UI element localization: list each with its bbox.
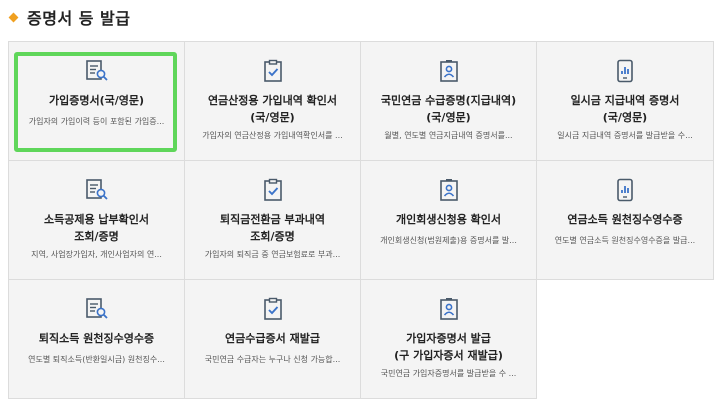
document-search-icon bbox=[9, 297, 184, 321]
id-badge-icon bbox=[361, 178, 536, 202]
card-title: 개인회생신청용 확인서 bbox=[365, 211, 532, 228]
card-title-line: 연금수급증서 재발급 bbox=[225, 332, 320, 345]
clipboard-check-icon bbox=[185, 178, 360, 202]
card-title-line: 가입증명서(국/영문) bbox=[48, 94, 145, 107]
id-badge-icon bbox=[361, 297, 536, 321]
card-title: 연금수급증서 재발급 bbox=[189, 330, 356, 347]
empty-cell bbox=[537, 280, 714, 399]
mobile-chart-icon bbox=[537, 59, 713, 83]
card-title-line: 퇴직금전환금 부과내역 bbox=[219, 213, 326, 226]
document-search-icon bbox=[9, 59, 184, 83]
certificate-card[interactable]: 국민연금 수급증명(지급내역) (국/영문) 월별, 연도별 연금지급내역 증명서를… bbox=[361, 42, 537, 161]
card-title-line: (국/영문) bbox=[250, 111, 295, 124]
clipboard-check-icon bbox=[185, 59, 360, 83]
card-title-line: 소득공제용 납부확인서 bbox=[43, 213, 150, 226]
card-title-line: 가입자증명서 발급 bbox=[406, 332, 491, 345]
card-title-line: (구 가입자증서 재발급) bbox=[394, 349, 503, 362]
certificate-card[interactable]: 가입자증명서 발급 (구 가입자증서 재발급) 국민연금 가입자증명서를 발급받을 … bbox=[361, 280, 537, 399]
card-title-line: (국/영문) bbox=[602, 111, 648, 124]
card-title-line: (국/영문) bbox=[426, 111, 471, 124]
card-description: 개인회생신청(법원제출)용 증명서를 발... bbox=[380, 236, 517, 245]
card-description: 일시금 지급내역 증명서를 발급받을 수... bbox=[557, 131, 693, 140]
certificate-card[interactable]: 연금산정용 가입내역 확인서 (국/영문) 가입자의 연금산정용 가입내역확인서를 … bbox=[185, 42, 361, 161]
document-search-icon bbox=[9, 178, 184, 202]
card-title-line: 퇴직소득 원천징수영수증 bbox=[38, 332, 155, 345]
card-description: 월별, 연도별 연금지급내역 증명서를... bbox=[384, 131, 513, 140]
card-title: 가입증명서(국/영문) bbox=[13, 92, 180, 109]
certificate-card[interactable]: 연금수급증서 재발급국민연금 수급자는 누구나 신청 가능합... bbox=[185, 280, 361, 399]
card-description: 연도별 퇴직소득(반환일시금) 원천징수... bbox=[28, 355, 165, 364]
card-title: 소득공제용 납부확인서조회/증명 bbox=[13, 211, 180, 245]
certificate-card[interactable]: 퇴직소득 원천징수영수증연도별 퇴직소득(반환일시금) 원천징수... bbox=[9, 280, 185, 399]
page-header: 증명서 등 발급 bbox=[8, 4, 130, 30]
card-description: 국민연금 가입자증명서를 발급받을 수 ... bbox=[380, 369, 517, 378]
certificate-card[interactable]: 일시금 지급내역 증명서 (국/영문) 일시금 지급내역 증명서를 발급받을 수..… bbox=[537, 42, 714, 161]
card-title: 연금소득 원천징수영수증 bbox=[541, 211, 709, 228]
card-title-line: 연금소득 원천징수영수증 bbox=[567, 213, 683, 226]
card-title: 일시금 지급내역 증명서 (국/영문) bbox=[541, 92, 709, 126]
certificate-card[interactable]: 가입증명서(국/영문) 가입자의 가입이력 등이 포함된 가입증... bbox=[9, 42, 185, 161]
card-title: 국민연금 수급증명(지급내역) (국/영문) bbox=[365, 92, 532, 126]
certificate-card[interactable]: 소득공제용 납부확인서조회/증명지역, 사업장가입자, 개인사업자의 연... bbox=[9, 161, 185, 280]
card-title-line: 연금산정용 가입내역 확인서 bbox=[207, 94, 338, 107]
card-title: 퇴직금전환금 부과내역조회/증명 bbox=[189, 211, 356, 245]
card-description: 가입자의 퇴직금 중 연금보험료로 부과... bbox=[204, 250, 341, 259]
certificate-card[interactable]: 개인회생신청용 확인서개인회생신청(법원제출)용 증명서를 발... bbox=[361, 161, 537, 280]
certificate-card[interactable]: 퇴직금전환금 부과내역조회/증명가입자의 퇴직금 중 연금보험료로 부과... bbox=[185, 161, 361, 280]
card-title: 퇴직소득 원천징수영수증 bbox=[13, 330, 180, 347]
certificate-card[interactable]: 연금소득 원천징수영수증연도별 연금소득 원천징수영수증을 발급... bbox=[537, 161, 714, 280]
card-title-line: 조회/증명 bbox=[74, 230, 119, 243]
card-description: 가입자의 가입이력 등이 포함된 가입증... bbox=[28, 117, 165, 126]
card-title: 가입자증명서 발급 (구 가입자증서 재발급) bbox=[365, 330, 532, 364]
card-title: 연금산정용 가입내역 확인서 (국/영문) bbox=[189, 92, 356, 126]
card-title-line: 조회/증명 bbox=[250, 230, 295, 243]
card-description: 연도별 연금소득 원천징수영수증을 발급... bbox=[554, 236, 696, 245]
card-description: 가입자의 연금산정용 가입내역확인서를 ... bbox=[202, 131, 343, 140]
page-title: 증명서 등 발급 bbox=[27, 9, 131, 28]
bullet-diamond-icon bbox=[8, 12, 19, 22]
id-badge-icon bbox=[361, 59, 536, 83]
mobile-chart-icon bbox=[537, 178, 713, 202]
card-description: 지역, 사업장가입자, 개인사업자의 연... bbox=[31, 250, 162, 259]
card-description: 국민연금 수급자는 누구나 신청 가능합... bbox=[204, 355, 341, 364]
clipboard-check-icon bbox=[185, 297, 360, 321]
certificate-grid: 가입증명서(국/영문) 가입자의 가입이력 등이 포함된 가입증... 연금산정용 … bbox=[8, 41, 714, 399]
card-title-line: 일시금 지급내역 증명서 bbox=[570, 94, 680, 107]
card-title-line: 국민연금 수급증명(지급내역) bbox=[380, 94, 517, 107]
card-title-line: 개인회생신청용 확인서 bbox=[395, 213, 502, 226]
